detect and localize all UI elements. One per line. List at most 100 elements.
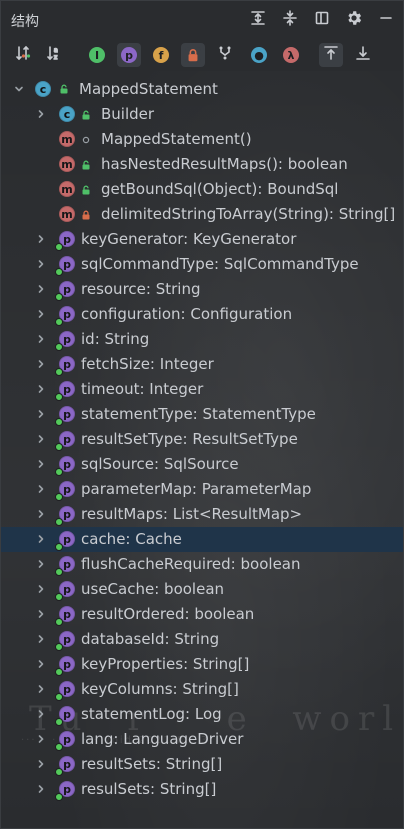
sort-by-visibility-button[interactable] — [11, 43, 35, 67]
collapse-all-button[interactable] — [279, 10, 301, 30]
chevron-right-icon[interactable] — [33, 656, 49, 672]
tree-row[interactable]: p sqlSource: SqlSource — [1, 452, 403, 477]
member-name: hasNestedResultMaps(): — [101, 155, 283, 173]
structure-tool-window: Tu r e worl ··· · · · · · · void 2021.8 … — [0, 0, 404, 829]
tree-row[interactable]: p fetchSize: Integer — [1, 352, 403, 377]
pin-indicator-icon — [55, 418, 63, 426]
tree-row[interactable]: p statementLog: Log — [1, 702, 403, 727]
chevron-right-icon[interactable] — [33, 381, 49, 397]
expand-all-button[interactable] — [247, 10, 269, 30]
show-fields-button[interactable]: f — [149, 43, 173, 67]
member-name: getBoundSql(Object): — [101, 180, 263, 198]
member-name: lang: — [81, 730, 119, 748]
member-name: keyColumns: — [81, 680, 178, 698]
chevron-right-icon[interactable] — [33, 731, 49, 747]
member-name: configuration: — [81, 305, 186, 323]
member-name: delimitedStringToArray(String): — [101, 205, 334, 223]
tree-row[interactable]: p statementType: StatementType — [1, 402, 403, 427]
chevron-right-icon[interactable] — [33, 106, 49, 122]
show-anonymous-button[interactable]: ● — [247, 43, 271, 67]
autoscroll-from-source-button[interactable] — [319, 43, 343, 67]
tree-row[interactable]: p resultSets: String[] — [1, 752, 403, 777]
tree-row[interactable]: p lang: LanguageDriver — [1, 727, 403, 752]
member-name: parameterMap: — [81, 480, 197, 498]
tree-row[interactable]: p resultSetType: ResultSetType — [1, 427, 403, 452]
tree-row[interactable]: p id: String — [1, 327, 403, 352]
tree-row[interactable]: m getBoundSql(Object): BoundSql — [1, 177, 403, 202]
tree-node-label: timeout: Integer — [81, 380, 203, 398]
chevron-right-icon[interactable] — [33, 781, 49, 797]
tree-row[interactable]: p sqlCommandType: SqlCommandType — [1, 252, 403, 277]
show-properties-button[interactable]: p — [117, 43, 141, 67]
show-lambdas-button[interactable]: λ — [279, 43, 303, 67]
tree-row[interactable]: p parameterMap: ParameterMap — [1, 477, 403, 502]
tree-row[interactable]: p resource: String — [1, 277, 403, 302]
member-type: String[] — [165, 755, 223, 773]
tree-row[interactable]: p configuration: Configuration — [1, 302, 403, 327]
tree-node-label: MappedStatement — [79, 80, 218, 98]
pin-indicator-icon — [55, 368, 63, 376]
chevron-right-icon[interactable] — [33, 231, 49, 247]
chevron-right-icon[interactable] — [33, 306, 49, 322]
tree-row[interactable]: p keyGenerator: KeyGenerator — [1, 227, 403, 252]
minimize-button[interactable] — [375, 10, 397, 30]
tree-root-node[interactable]: c MappedStatement — [1, 77, 403, 102]
tree-row[interactable]: p timeout: Integer — [1, 377, 403, 402]
tree-row[interactable]: p databaseId: String — [1, 627, 403, 652]
member-type: String — [104, 330, 150, 348]
tree-row[interactable]: p keyProperties: String[] — [1, 652, 403, 677]
chevron-right-icon[interactable] — [33, 531, 49, 547]
chevron-right-icon[interactable] — [33, 681, 49, 697]
member-type: BoundSql — [267, 180, 339, 198]
chevron-right-icon[interactable] — [33, 506, 49, 522]
tree-row[interactable]: c Builder — [1, 102, 403, 127]
tree-row[interactable]: m MappedStatement() — [1, 127, 403, 152]
chevron-right-icon[interactable] — [33, 406, 49, 422]
show-inheritance-button[interactable] — [213, 43, 237, 67]
layout-button[interactable] — [311, 10, 333, 30]
show-non-public-button[interactable] — [181, 43, 205, 67]
chevron-right-icon[interactable] — [33, 331, 49, 347]
member-type: ResultSetType — [192, 430, 298, 448]
chevron-right-icon[interactable] — [33, 581, 49, 597]
member-name: resultSetType: — [81, 430, 188, 448]
tree-row[interactable]: p useCache: boolean — [1, 577, 403, 602]
sort-by-visibility-icon — [14, 44, 32, 66]
tree-row[interactable]: p resultOrdered: boolean — [1, 602, 403, 627]
tree-row[interactable]: p cache: Cache — [1, 527, 403, 552]
tree-row[interactable]: p keyColumns: String[] — [1, 677, 403, 702]
chevron-right-icon[interactable] — [33, 281, 49, 297]
settings-button[interactable] — [343, 10, 365, 30]
member-name: resultOrdered: — [81, 605, 190, 623]
chevron-right-icon[interactable] — [33, 356, 49, 372]
chevron-right-icon[interactable] — [33, 256, 49, 272]
member-name: resource: — [81, 280, 151, 298]
chevron-right-icon[interactable] — [33, 481, 49, 497]
tree-row[interactable]: m delimitedStringToArray(String): String[… — [1, 202, 403, 227]
chevron-right-icon[interactable] — [33, 631, 49, 647]
chevron-right-icon[interactable] — [33, 431, 49, 447]
tree-node-label: resultMaps: List<ResultMap> — [81, 505, 302, 523]
chevron-down-icon[interactable] — [11, 81, 27, 97]
show-inherited-button[interactable]: I — [85, 43, 109, 67]
tree-row[interactable]: p resultMaps: List<ResultMap> — [1, 502, 403, 527]
tree-row[interactable]: m hasNestedResultMaps(): boolean — [1, 152, 403, 177]
chevron-right-icon[interactable] — [33, 556, 49, 572]
tree-row[interactable]: p flushCacheRequired: boolean — [1, 552, 403, 577]
member-type: boolean — [240, 555, 301, 573]
tree-node-label: resulSets: String[] — [81, 780, 216, 798]
autoscroll-to-source-button[interactable] — [351, 43, 375, 67]
sort-alphabetically-button[interactable]: az — [43, 43, 67, 67]
chevron-right-icon[interactable] — [33, 756, 49, 772]
tree-node-label: keyGenerator: KeyGenerator — [81, 230, 296, 248]
member-name: useCache: — [81, 580, 160, 598]
chevron-right-icon[interactable] — [33, 706, 49, 722]
member-type: String[] — [159, 780, 217, 798]
chevron-right-icon[interactable] — [33, 606, 49, 622]
member-type: Cache — [135, 530, 182, 548]
tree-row[interactable]: p resulSets: String[] — [1, 777, 403, 802]
pin-indicator-icon — [55, 493, 63, 501]
member-name: statementLog: — [81, 705, 191, 723]
chevron-right-icon[interactable] — [33, 456, 49, 472]
pin-indicator-icon — [55, 718, 63, 726]
